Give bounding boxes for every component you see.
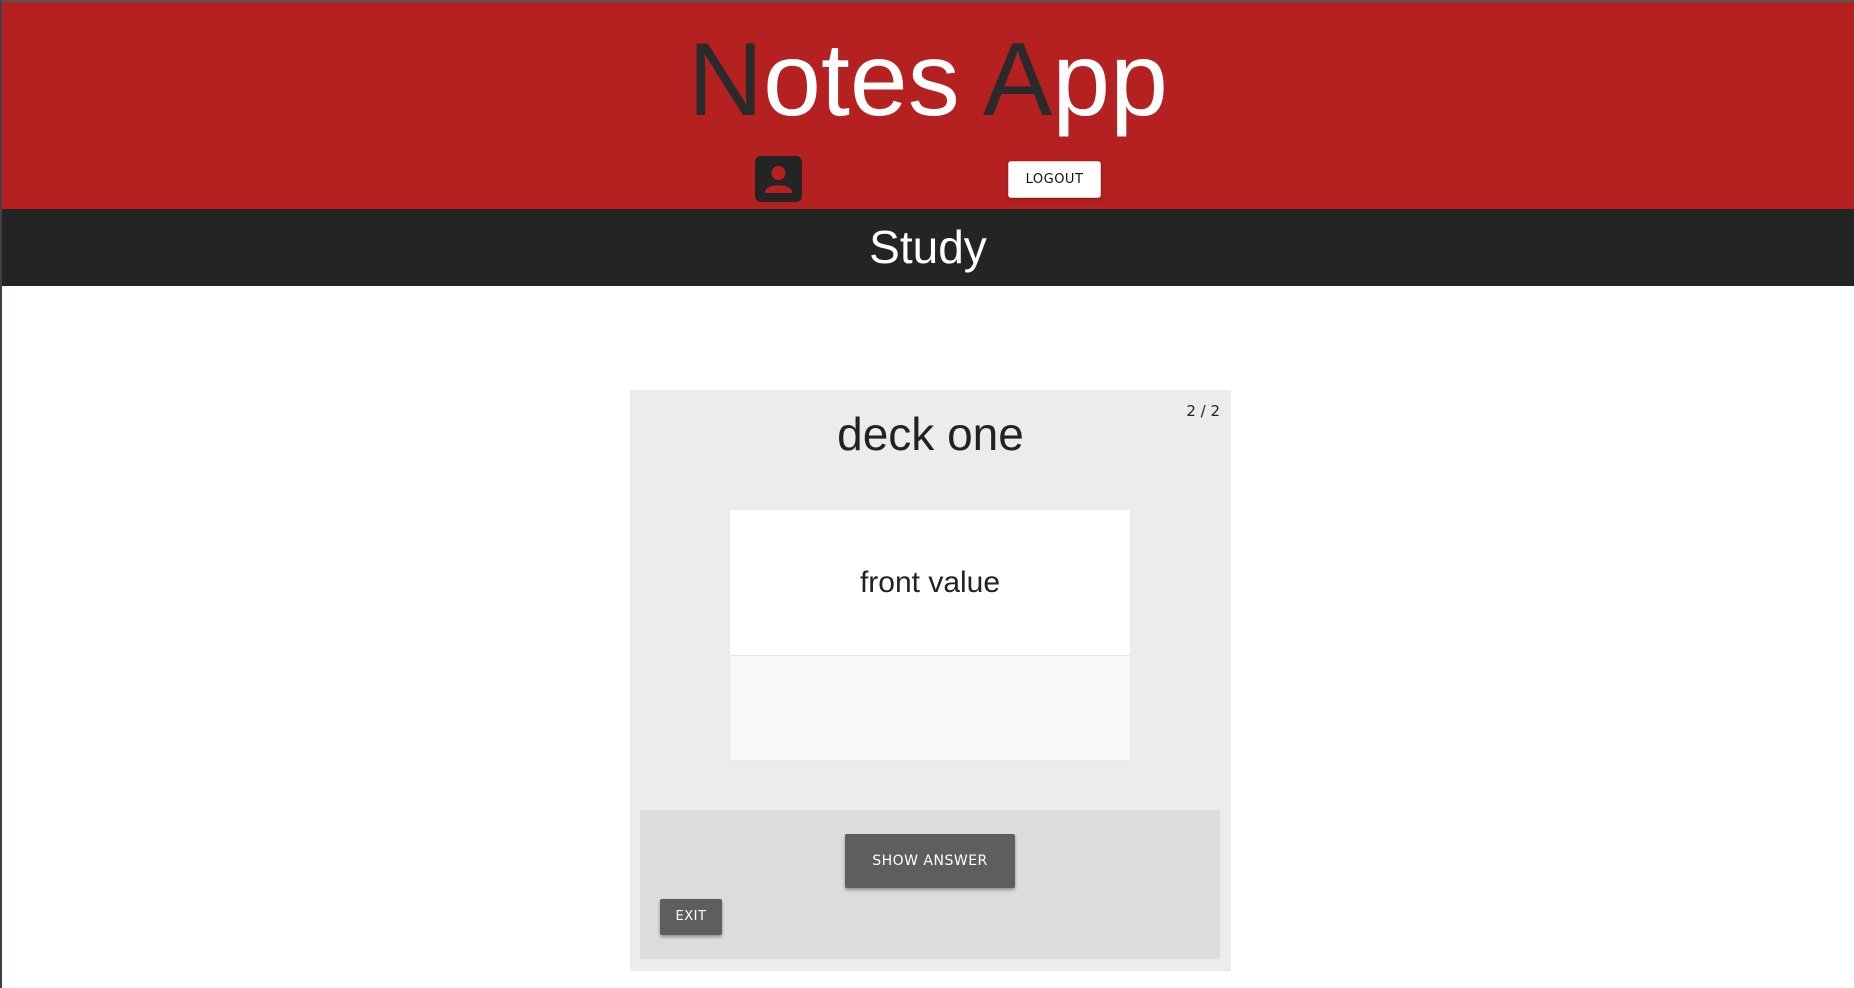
flashcard: front value: [730, 510, 1130, 760]
app-title-word-one: otes: [763, 22, 960, 138]
app-title: Notes App: [2, 20, 1854, 140]
logout-button[interactable]: LOGOUT: [1008, 161, 1101, 198]
account-box-icon[interactable]: [755, 156, 802, 202]
app-header: Notes App LOGOUT: [2, 2, 1854, 209]
page: Notes App LOGOUT Study 2 / 2 deck one fr…: [0, 0, 1854, 988]
section-title: Study: [869, 221, 987, 273]
app-title-initial-a: A: [982, 22, 1053, 138]
section-bar: Study: [2, 209, 1854, 286]
app-title-initial-n: N: [688, 22, 764, 138]
study-card: 2 / 2 deck one front value SHOW ANSWER E…: [630, 390, 1231, 971]
flashcard-back: [730, 656, 1130, 760]
deck-title: deck one: [837, 408, 1024, 460]
controls-panel: SHOW ANSWER EXIT: [640, 810, 1220, 959]
flashcard-front: front value: [730, 510, 1130, 656]
exit-button[interactable]: EXIT: [660, 899, 722, 935]
show-answer-button[interactable]: SHOW ANSWER: [845, 834, 1015, 888]
app-title-word-two: pp: [1052, 22, 1168, 138]
